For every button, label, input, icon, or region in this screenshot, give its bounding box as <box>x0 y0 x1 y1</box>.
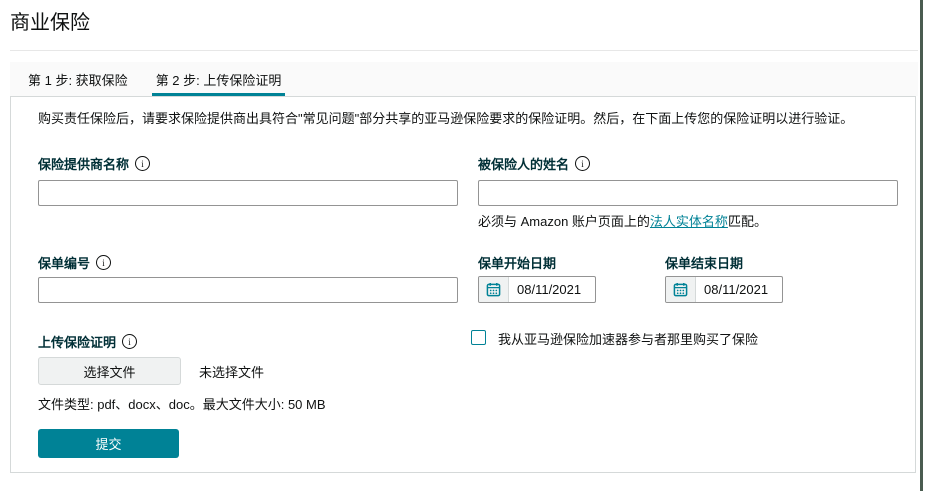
policy-end-date-field <box>665 276 783 303</box>
calendar-icon[interactable] <box>666 277 696 302</box>
file-upload-control: 选择文件 未选择文件 <box>38 357 264 385</box>
policy-start-date-field <box>478 276 596 303</box>
policy-number-input[interactable] <box>38 277 458 303</box>
accelerator-checkbox[interactable] <box>471 330 486 345</box>
policy-number-label: 保单编号 i <box>38 253 112 272</box>
info-icon[interactable]: i <box>96 255 112 270</box>
calendar-icon[interactable] <box>479 277 509 302</box>
provider-name-input[interactable] <box>38 180 458 206</box>
choose-file-button[interactable]: 选择文件 <box>38 357 181 385</box>
provider-name-label: 保险提供商名称 i <box>38 154 151 173</box>
accelerator-checkbox-label[interactable]: 我从亚马逊保险加速器参与者那里购买了保险 <box>498 329 758 348</box>
submit-button[interactable]: 提交 <box>38 429 179 458</box>
info-icon[interactable]: i <box>575 156 591 171</box>
accelerator-checkbox-row: 我从亚马逊保险加速器参与者那里购买了保险 <box>471 329 758 348</box>
policy-end-date-input[interactable] <box>696 277 782 302</box>
panel-description: 购买责任保险后，请要求保险提供商出具符合"常见问题"部分共享的亚马逊保险要求的保… <box>38 111 854 126</box>
page-title: 商业保险 <box>10 12 90 34</box>
window-edge-line <box>920 0 923 491</box>
insured-name-helper: 必须与 Amazon 账户页面上的法人实体名称匹配。 <box>478 214 767 229</box>
insured-name-input[interactable] <box>478 180 898 206</box>
upload-proof-label: 上传保险证明 i <box>38 332 138 351</box>
insured-name-label: 被保险人的姓名 i <box>478 154 591 173</box>
title-divider <box>10 50 918 51</box>
tab-step1-get-insurance[interactable]: 第 1 步: 获取保险 <box>14 62 142 96</box>
policy-start-date-input[interactable] <box>509 277 595 302</box>
file-type-hint: 文件类型: pdf、docx、doc。最大文件大小: 50 MB <box>38 397 326 412</box>
legal-entity-name-link[interactable]: 法人实体名称 <box>650 214 728 229</box>
no-file-selected-text: 未选择文件 <box>199 364 265 380</box>
policy-start-date-label: 保单开始日期 <box>478 256 557 271</box>
policy-end-date-label: 保单结束日期 <box>665 256 744 271</box>
info-icon[interactable]: i <box>122 334 138 349</box>
tab-step2-upload-proof[interactable]: 第 2 步: 上传保险证明 <box>142 62 296 96</box>
upload-proof-panel: 购买责任保险后，请要求保险提供商出具符合"常见问题"部分共享的亚马逊保险要求的保… <box>10 96 916 473</box>
info-icon[interactable]: i <box>135 156 151 171</box>
steps-tabbar: 第 1 步: 获取保险 第 2 步: 上传保险证明 <box>10 62 918 96</box>
